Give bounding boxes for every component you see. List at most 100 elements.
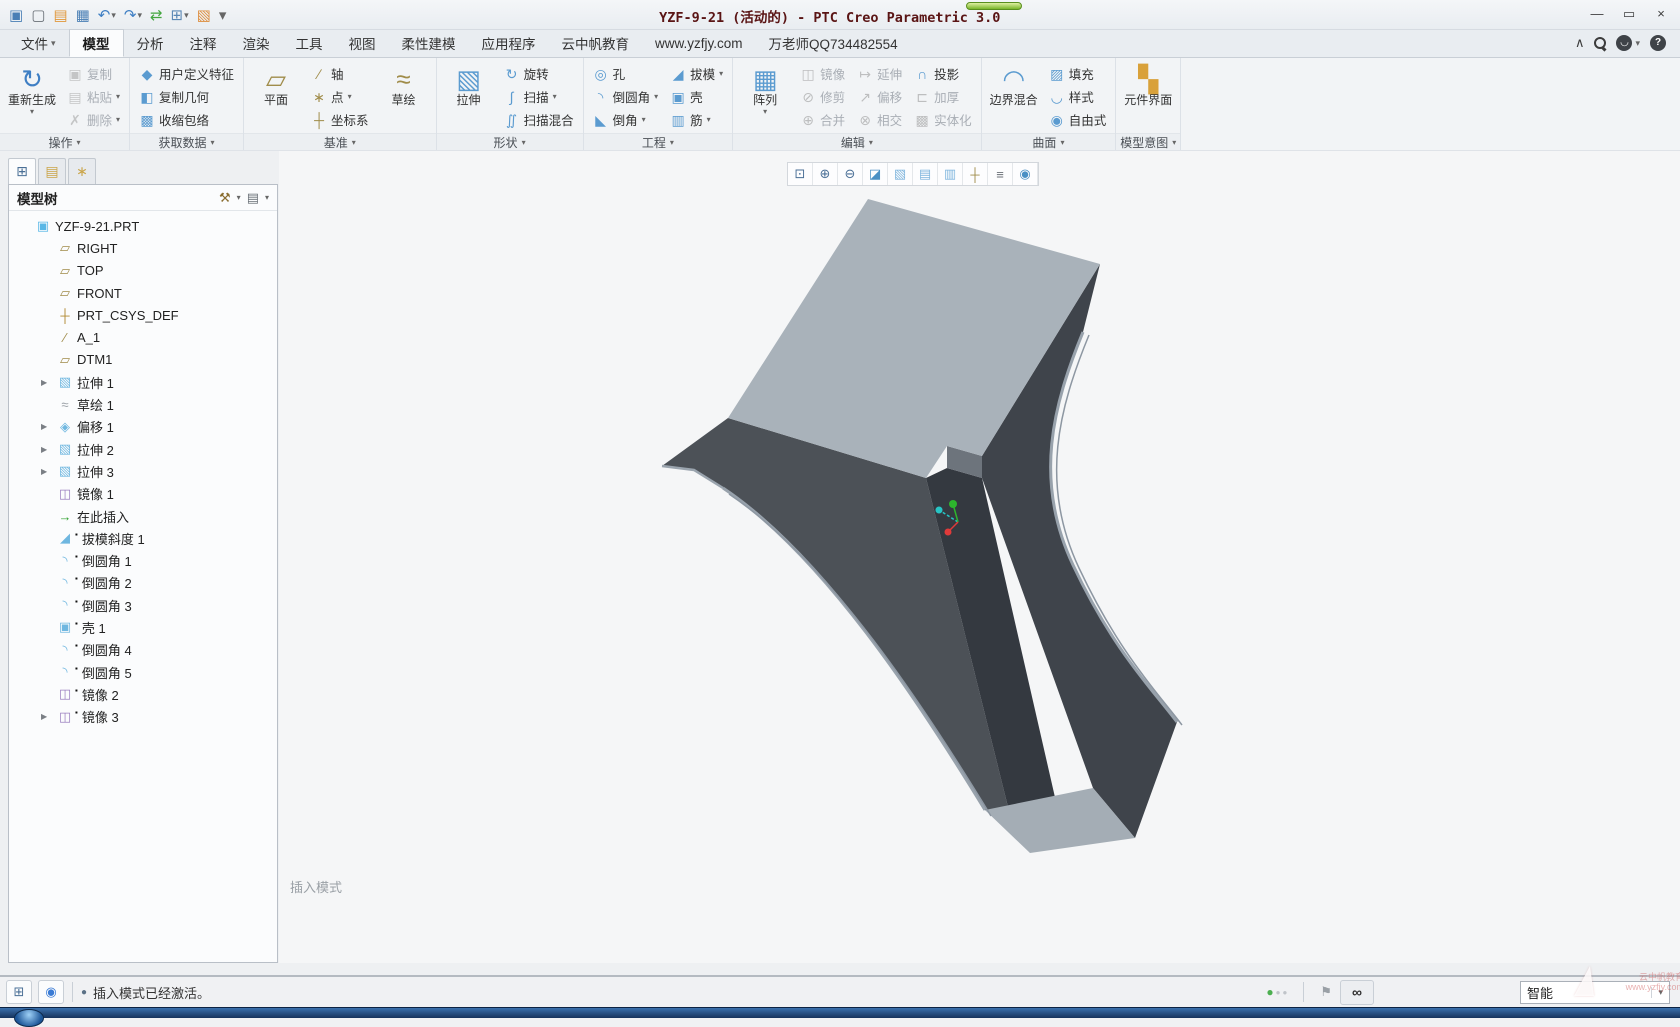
sketch-button[interactable]: ≈ 草绘 bbox=[377, 61, 431, 133]
quick-access-button[interactable]: ⇄ ▾ bbox=[147, 3, 166, 27]
ribbon-button[interactable]: ✗ 删除 ▾ bbox=[63, 109, 124, 130]
ribbon-button[interactable]: ▣ 壳 ▾ bbox=[666, 86, 727, 107]
ribbon-button[interactable]: ∫ 扫描 ▾ bbox=[500, 86, 578, 107]
ribbon-button[interactable]: ◎ 孔 ▾ bbox=[589, 63, 663, 84]
tree-item[interactable]: ▶ ◝ ▪ 倒圆角 1 bbox=[9, 549, 277, 571]
maximize-button[interactable]: ▭ bbox=[1616, 4, 1642, 24]
ribbon-button[interactable]: ↻ 旋转 ▾ bbox=[500, 63, 578, 84]
expand-arrow-icon[interactable]: ▶ bbox=[41, 467, 56, 476]
regenerate-button[interactable]: ↻ 重新生成 ▾ bbox=[5, 61, 59, 133]
quick-access-button[interactable]: ▦ ▾ bbox=[73, 3, 93, 27]
graphics-toolbar-button[interactable]: ◪ bbox=[863, 163, 888, 185]
ribbon-button[interactable]: ▨ 填充 ▾ bbox=[1045, 63, 1111, 84]
ribbon-button[interactable]: ↦ 延伸 bbox=[853, 63, 906, 84]
tree-item[interactable]: ▶ ▱ ▪ TOP bbox=[9, 260, 277, 282]
group-label-surfaces[interactable]: 曲面 ▾ bbox=[982, 133, 1116, 150]
plane-button[interactable]: ▱ 平面 bbox=[249, 61, 303, 133]
ribbon-tab[interactable]: 注释 ▾ bbox=[177, 29, 230, 57]
tree-item[interactable]: ▶ ┼ ▪ PRT_CSYS_DEF bbox=[9, 304, 277, 326]
windows-taskbar[interactable] bbox=[0, 1007, 1680, 1018]
quick-access-button[interactable]: ⊞ ▾ bbox=[168, 3, 192, 27]
help-icon[interactable]: ? bbox=[1650, 35, 1666, 51]
selection-filter-dropdown[interactable]: 智能 ▾ bbox=[1520, 981, 1670, 1004]
tree-item[interactable]: ▶ ◫ ▪ 镜像 2 bbox=[9, 683, 277, 705]
tree-item[interactable]: ▶ ◝ ▪ 倒圆角 2 bbox=[9, 572, 277, 594]
expand-arrow-icon[interactable]: ▶ bbox=[41, 712, 56, 721]
tree-item[interactable]: ▶ ◝ ▪ 倒圆角 3 bbox=[9, 594, 277, 616]
quick-access-button[interactable]: ↶ ▾ bbox=[95, 3, 119, 27]
ribbon-button[interactable]: ⊗ 相交 bbox=[853, 109, 906, 130]
group-label-datum[interactable]: 基准 ▾ bbox=[244, 133, 436, 150]
ribbon-tab[interactable]: www.yzfjy.com ▾ bbox=[642, 29, 756, 57]
quick-access-button[interactable]: ↷ ▾ bbox=[121, 3, 145, 27]
ribbon-button[interactable]: ◉ 自由式 ▾ bbox=[1045, 109, 1111, 130]
ribbon-button[interactable]: ◡ 样式 ▾ bbox=[1045, 86, 1111, 107]
ribbon-button[interactable]: ▣ 复制 ▾ bbox=[63, 63, 124, 84]
tree-item[interactable]: ▶ ◫ ▪ 镜像 3 bbox=[9, 706, 277, 728]
quick-access-button[interactable]: ▧ ▾ bbox=[194, 3, 214, 27]
tree-item[interactable]: ▶ ◈ ▪ 偏移 1 bbox=[9, 416, 277, 438]
component-interface-button[interactable]: ▚ 元件界面 bbox=[1121, 61, 1175, 133]
ribbon-button[interactable]: ◣ 倒角 ▾ bbox=[589, 109, 663, 130]
ribbon-button[interactable]: ┼ 坐标系 ▾ bbox=[307, 109, 373, 130]
flag-icon[interactable]: ⚑ bbox=[1320, 984, 1332, 1000]
minimize-button[interactable]: — bbox=[1584, 4, 1610, 24]
graphics-toolbar-button[interactable]: ▧ bbox=[888, 163, 913, 185]
ribbon-button[interactable]: ▩ 收缩包络 ▾ bbox=[135, 109, 238, 130]
ribbon-button[interactable]: ⊕ 合并 bbox=[796, 109, 849, 130]
quick-access-button[interactable]: ▤ ▾ bbox=[50, 3, 70, 27]
graphics-toolbar-button[interactable]: ◉ bbox=[1013, 163, 1038, 185]
tree-item[interactable]: ▶ ◝ ▪ 倒圆角 5 bbox=[9, 661, 277, 683]
expand-arrow-icon[interactable]: ▶ bbox=[41, 422, 56, 431]
ribbon-button[interactable]: ∗ 点 ▾ bbox=[307, 86, 373, 107]
start-orb-icon[interactable] bbox=[14, 1009, 44, 1027]
ribbon-tab[interactable]: 文件 ▾ bbox=[8, 29, 69, 57]
tree-item[interactable]: ▶ ◢ ▪ 拔模斜度 1 bbox=[9, 527, 277, 549]
graphics-toolbar-button[interactable]: ▤ bbox=[913, 163, 938, 185]
graphics-toolbar-button[interactable]: ⊕ bbox=[813, 163, 838, 185]
pattern-button[interactable]: ▦ 阵列 ▾ bbox=[738, 61, 792, 133]
tree-item[interactable]: ▶ ◫ ▪ 镜像 1 bbox=[9, 483, 277, 505]
ribbon-button[interactable]: ▥ 筋 ▾ bbox=[666, 109, 727, 130]
tree-item[interactable]: ▶ ▣ ▪ YZF-9-21.PRT bbox=[9, 215, 277, 237]
navigator-tab[interactable]: ▤ bbox=[38, 158, 66, 184]
ribbon-button[interactable]: ◫ 镜像 bbox=[796, 63, 849, 84]
ribbon-button[interactable]: ▩ 实体化 bbox=[910, 109, 976, 130]
tree-item[interactable]: ▶ ▧ ▪ 拉伸 3 bbox=[9, 460, 277, 482]
tree-item[interactable]: ▶ ▱ ▪ RIGHT bbox=[9, 237, 277, 259]
minimize-ribbon-icon[interactable]: ∧ bbox=[1575, 35, 1585, 51]
navigator-tab[interactable]: ⊞ bbox=[8, 158, 36, 184]
ribbon-button[interactable]: ▤ 粘贴 ▾ bbox=[63, 86, 124, 107]
chevron-down-icon[interactable]: ▾ bbox=[237, 193, 241, 202]
ribbon-tab[interactable]: 渲染 ▾ bbox=[230, 29, 283, 57]
boundary-blend-button[interactable]: ◠ 边界混合 bbox=[987, 61, 1041, 133]
ribbon-button[interactable]: ∕ 轴 ▾ bbox=[307, 63, 373, 84]
chevron-down-icon[interactable]: ▾ bbox=[265, 193, 269, 202]
ribbon-button[interactable]: ◧ 复制几何 ▾ bbox=[135, 86, 238, 107]
ribbon-tab[interactable]: 工具 ▾ bbox=[283, 29, 336, 57]
ribbon-button[interactable]: ◢ 拔模 ▾ bbox=[666, 63, 727, 84]
ribbon-tab[interactable]: 分析 ▾ bbox=[124, 29, 177, 57]
ribbon-tab[interactable]: 视图 ▾ bbox=[336, 29, 389, 57]
ribbon-button[interactable]: ⊘ 修剪 bbox=[796, 86, 849, 107]
resource-center-button[interactable]: ◡ ▾ bbox=[1616, 35, 1640, 51]
quick-access-button[interactable]: ▣ ▾ bbox=[6, 3, 26, 27]
ribbon-button[interactable]: ◝ 倒圆角 ▾ bbox=[589, 86, 663, 107]
status-toggle-button[interactable]: ◉ bbox=[38, 980, 64, 1004]
ribbon-button[interactable]: ⊏ 加厚 bbox=[910, 86, 976, 107]
group-label-engineering[interactable]: 工程 ▾ bbox=[584, 133, 733, 150]
expand-arrow-icon[interactable]: ▶ bbox=[41, 378, 56, 387]
group-label-model-intent[interactable]: 模型意图 ▾ bbox=[1116, 133, 1180, 150]
search-icon[interactable] bbox=[1594, 37, 1606, 49]
graphics-toolbar-button[interactable]: ≡ bbox=[988, 163, 1013, 185]
model-yzf-9-21[interactable] bbox=[279, 151, 1680, 963]
ribbon-button[interactable]: ∩ 投影 bbox=[910, 63, 976, 84]
group-label-editing[interactable]: 编辑 ▾ bbox=[733, 133, 981, 150]
navigator-tab[interactable]: ∗ bbox=[68, 158, 96, 184]
ribbon-button[interactable]: ↗ 偏移 bbox=[853, 86, 906, 107]
expand-arrow-icon[interactable]: ▶ bbox=[41, 445, 56, 454]
ribbon-button[interactable]: ◆ 用户定义特征 ▾ bbox=[135, 63, 238, 84]
tree-item[interactable]: ▶ ▧ ▪ 拉伸 2 bbox=[9, 438, 277, 460]
tree-settings-icon[interactable]: ▤ bbox=[247, 190, 259, 206]
ribbon-button[interactable]: ∬ 扫描混合 ▾ bbox=[500, 109, 578, 130]
